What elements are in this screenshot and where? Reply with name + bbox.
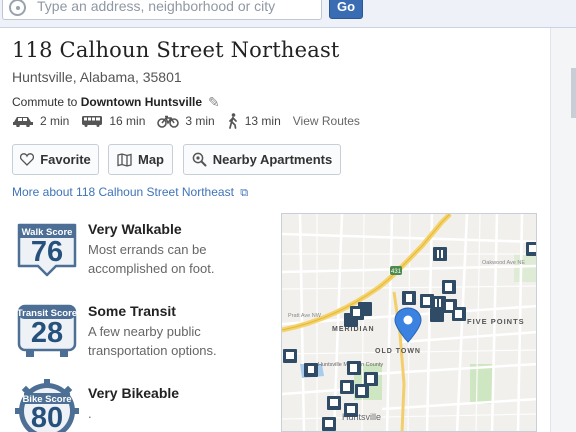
commute-time: 2 min: [40, 114, 70, 128]
bike-desc-line-1: .: [88, 406, 92, 421]
walk-desc-line-1: Most errands can be: [88, 242, 207, 257]
transit-score-title: Some Transit: [88, 303, 176, 319]
top-search-bar: Go: [0, 0, 576, 28]
view-routes-link[interactable]: View Routes: [293, 114, 360, 128]
map-label-pratt-ave: Pratt Ave NW: [288, 313, 322, 319]
favorite-button[interactable]: Favorite: [12, 144, 99, 175]
more-about-text: More about 118 Calhoun Street Northeast: [12, 185, 234, 199]
map-button[interactable]: Map: [108, 144, 173, 175]
bike-score-desc: .: [88, 404, 179, 423]
transit-score-text: Some Transit A few nearby public transpo…: [88, 303, 217, 360]
commute-mode-car: 2 min: [12, 114, 69, 128]
transit-score-value: 28: [30, 317, 64, 349]
transit-desc-line-2: transportation options.: [88, 343, 217, 358]
walk-score-desc: Most errands can be accomplished on foot…: [88, 240, 214, 278]
bike-score-text: Very Bikeable .: [88, 385, 179, 423]
heart-icon: [20, 153, 35, 166]
map-label-five-points: FIVE POINTS: [467, 317, 525, 326]
transit-score-desc: A few nearby public transportation optio…: [88, 322, 217, 360]
nearby-apartments-button[interactable]: Nearby Apartments: [183, 144, 341, 175]
bike-icon: [157, 115, 180, 128]
map-label-oakwood: Oakwood Ave NE: [482, 260, 525, 266]
location-target-icon[interactable]: [9, 0, 26, 16]
car-icon: [13, 117, 33, 127]
commute-modes: 2 min 16 min 3 min 13 min View Routes: [12, 112, 360, 130]
walk-score-text: Very Walkable Most errands can be accomp…: [88, 221, 214, 278]
transit-score-badge: Transit Score 28: [14, 303, 80, 360]
map-canvas[interactable]: 431 FIVE POINTS OLD TOWN MERIDIAN Huntsv…: [282, 214, 537, 432]
bike-score-value: 80: [30, 402, 64, 432]
svg-text:431: 431: [391, 269, 402, 275]
search-input[interactable]: [37, 0, 317, 18]
magnifier-icon: [192, 152, 207, 167]
map-label-old-town: OLD TOWN: [375, 348, 421, 355]
transit-desc-line-1: A few nearby public: [88, 324, 201, 339]
map-icon: [117, 152, 132, 167]
commute-time: 16 min: [109, 114, 146, 128]
walk-desc-line-2: accomplished on foot.: [88, 261, 215, 276]
walk-icon: [228, 113, 237, 129]
bike-score-title: Very Bikeable: [88, 385, 180, 401]
commute-mode-walk: 13 min: [227, 113, 281, 129]
commute-time: 3 min: [185, 114, 215, 128]
commute-destination[interactable]: Downtown Huntsville: [81, 95, 202, 109]
commute-mode-bike: 3 min: [157, 114, 215, 128]
walk-score-badge: Walk Score 76: [14, 221, 80, 277]
more-about-link[interactable]: More about 118 Calhoun Street Northeast …: [12, 185, 248, 200]
commute-time: 13 min: [244, 114, 281, 128]
bus-icon: [82, 116, 103, 127]
walk-score-value: 76: [30, 236, 64, 268]
nearby-apartments-label: Nearby Apartments: [212, 152, 333, 167]
search-box[interactable]: [2, 0, 322, 20]
external-link-icon: ⧉: [240, 187, 249, 199]
edit-icon[interactable]: ✎: [208, 94, 220, 111]
favorite-label: Favorite: [40, 152, 91, 167]
walk-score-title: Very Walkable: [88, 221, 182, 237]
commute-mode-bus: 16 min: [81, 114, 145, 128]
commute-line: Commute to Downtown Huntsville ✎: [12, 94, 220, 111]
go-button[interactable]: Go: [329, 0, 363, 19]
neighborhood-map[interactable]: 431 FIVE POINTS OLD TOWN MERIDIAN Huntsv…: [281, 213, 537, 432]
page-title: 118 Calhoun Street Northeast: [12, 38, 340, 62]
page-scroll-edge: [550, 28, 576, 432]
commute-prefix: Commute to: [12, 95, 81, 109]
city-line: Huntsville, Alabama, 35801: [12, 69, 182, 85]
route-shield-icon: 431: [390, 266, 402, 275]
map-label: Map: [138, 152, 164, 167]
map-label-meridian: MERIDIAN: [332, 326, 375, 333]
bike-score-badge: Bike Score 80: [12, 379, 82, 432]
